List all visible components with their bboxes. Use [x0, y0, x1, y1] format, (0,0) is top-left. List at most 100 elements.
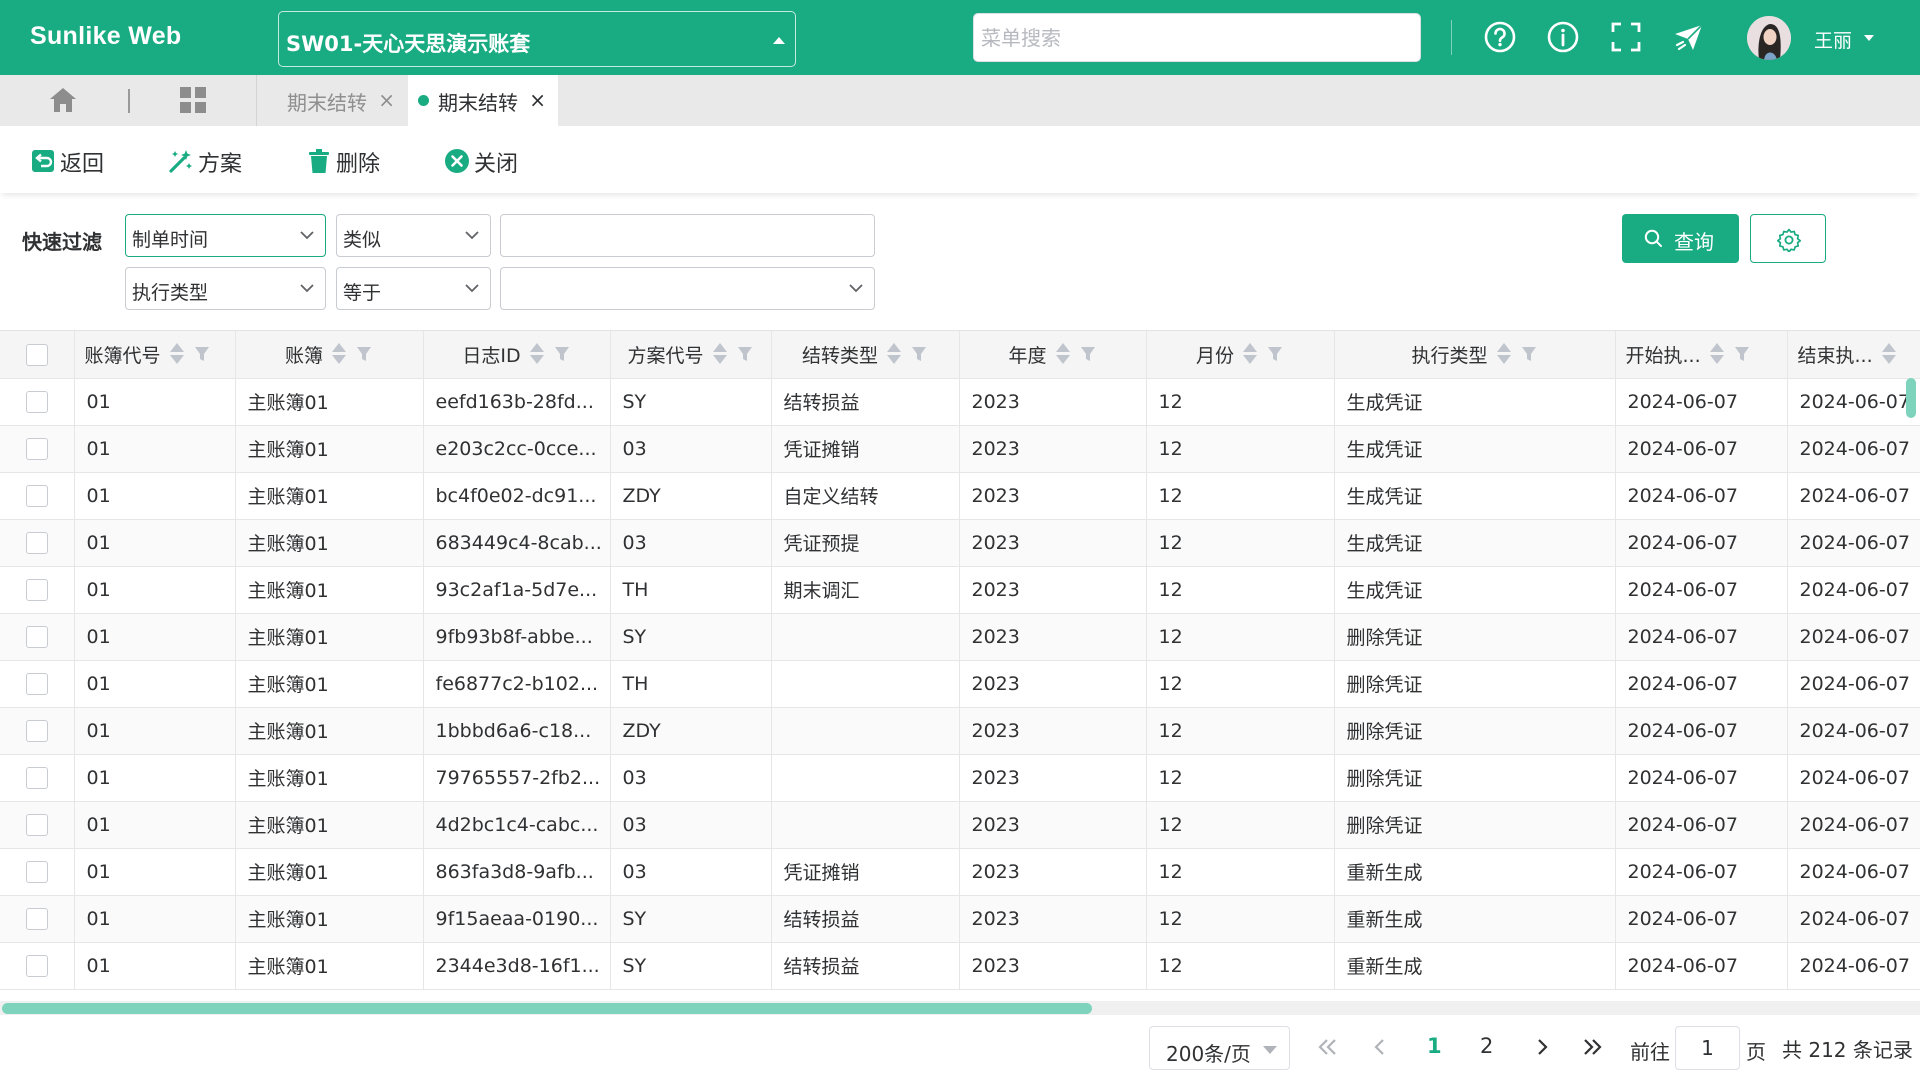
close-icon[interactable]: × — [529, 88, 546, 112]
table-row[interactable]: 01 主账簿01 2344e3d8-16f1... SY 结转损益 2023 12 重新生成 2… — [0, 942, 1920, 990]
row-checkbox[interactable] — [25, 766, 48, 789]
sort-icon[interactable] — [169, 341, 185, 367]
column-header[interactable]: 结束执... — [1787, 331, 1920, 379]
table-row[interactable]: 01 主账簿01 683449c4-8cab... 03 凭证预提 2023 12 生成凭证 2… — [0, 519, 1920, 567]
row-checkbox[interactable] — [25, 531, 48, 554]
fullscreen-icon[interactable] — [1609, 20, 1643, 54]
filter-funnel-icon[interactable] — [910, 345, 928, 363]
chevron-down-icon[interactable] — [1864, 35, 1874, 41]
filter-funnel-icon[interactable] — [736, 345, 754, 363]
table-row[interactable]: 01 主账簿01 79765557-2fb2... 03 2023 12 删除凭证 2024-… — [0, 754, 1920, 802]
sort-icon[interactable] — [1242, 341, 1258, 367]
table-cell: 生成凭证 — [1334, 472, 1616, 520]
table-row[interactable]: 01 主账簿01 1bbbd6a6-c18... ZDY 2023 12 删除凭证 2024-… — [0, 707, 1920, 755]
row-checkbox[interactable] — [25, 813, 48, 836]
avatar[interactable] — [1747, 16, 1791, 60]
home-icon[interactable] — [48, 86, 78, 114]
sort-icon[interactable] — [1055, 341, 1071, 367]
username[interactable]: 王丽 — [1814, 26, 1852, 53]
filter-row1-field-select[interactable]: 制单时间 — [125, 214, 326, 257]
filter-row2-field-select[interactable]: 执行类型 — [125, 267, 326, 310]
query-button[interactable]: 查询 — [1622, 214, 1739, 263]
row-checkbox[interactable] — [25, 390, 48, 413]
account-book-select[interactable]: SW01-天心天思演示账套 — [278, 11, 796, 67]
row-checkbox[interactable] — [25, 954, 48, 977]
column-header[interactable]: 账簿 — [235, 331, 424, 379]
sort-icon[interactable] — [331, 341, 347, 367]
vertical-scrollbar[interactable] — [1906, 378, 1916, 418]
trash-icon — [309, 149, 329, 173]
column-header[interactable]: 年度 — [959, 331, 1147, 379]
row-checkbox[interactable] — [25, 578, 48, 601]
table-row[interactable]: 01 主账簿01 e203c2cc-0cce... 03 凭证摊销 2023 12 生成凭证 2… — [0, 425, 1920, 473]
grid-apps-icon[interactable] — [178, 85, 208, 115]
row-checkbox[interactable] — [25, 672, 48, 695]
last-page-icon[interactable] — [1578, 1032, 1608, 1062]
sort-icon[interactable] — [529, 341, 545, 367]
goto-page-input[interactable] — [1675, 1026, 1740, 1070]
row-checkbox[interactable] — [25, 437, 48, 460]
table-row[interactable]: 01 主账簿01 fe6877c2-b102... TH 2023 12 删除凭证 2024-… — [0, 660, 1920, 708]
sort-icon[interactable] — [712, 341, 728, 367]
tab-period-end-transfer-2[interactable]: 期末结转 × — [408, 75, 558, 126]
first-page-icon[interactable] — [1312, 1032, 1342, 1062]
filter-funnel-icon[interactable] — [1266, 345, 1284, 363]
table-row[interactable]: 01 主账簿01 bc4f0e02-dc91... ZDY 自定义结转 2023 12 生成凭… — [0, 472, 1920, 520]
row-checkbox[interactable] — [25, 860, 48, 883]
menu-search-input[interactable] — [973, 13, 1421, 62]
filter-row1-operator-select[interactable]: 类似 — [336, 214, 491, 257]
sort-icon[interactable] — [1709, 341, 1725, 367]
filter-row2-value-select[interactable] — [500, 267, 875, 310]
next-page-icon[interactable] — [1527, 1032, 1557, 1062]
filter-row1-value-input[interactable] — [500, 214, 875, 257]
table-row[interactable]: 01 主账簿01 4d2bc1c4-cabc... 03 2023 12 删除凭证 2024-… — [0, 801, 1920, 849]
horizontal-scrollbar[interactable] — [2, 1003, 1092, 1014]
table-cell: 生成凭证 — [1334, 566, 1616, 614]
sort-icon[interactable] — [1496, 341, 1512, 367]
table-row[interactable]: 01 主账簿01 93c2af1a-5d7e... TH 期末调汇 2023 12 生成凭证 2… — [0, 566, 1920, 614]
select-all-checkbox[interactable] — [25, 343, 48, 366]
row-checkbox[interactable] — [25, 907, 48, 930]
filter-funnel-icon[interactable] — [355, 345, 373, 363]
filter-funnel-icon[interactable] — [553, 345, 571, 363]
filter-funnel-icon[interactable] — [1520, 345, 1538, 363]
table-cell: 2023 — [959, 613, 1147, 661]
plane-icon[interactable] — [1672, 20, 1706, 54]
close-button[interactable]: 关闭 — [444, 146, 524, 177]
info-circle-icon[interactable] — [1546, 20, 1580, 54]
page-size-select[interactable]: 200条/页 — [1149, 1026, 1290, 1070]
row-checkbox[interactable] — [25, 625, 48, 648]
page-number-1[interactable]: 1 — [1427, 1034, 1442, 1058]
column-header[interactable]: 方案代号 — [610, 331, 772, 379]
sort-icon[interactable] — [886, 341, 902, 367]
filter-funnel-icon[interactable] — [193, 345, 211, 363]
filter-row2-operator-select[interactable]: 等于 — [336, 267, 491, 310]
row-checkbox[interactable] — [25, 484, 48, 507]
filter-funnel-icon[interactable] — [1733, 345, 1751, 363]
delete-button[interactable]: 删除 — [306, 146, 386, 177]
back-button[interactable]: 返回 — [30, 146, 110, 177]
table-row[interactable]: 01 主账簿01 9fb93b8f-abbe... SY 2023 12 删除凭证 2024-… — [0, 613, 1920, 661]
column-header[interactable]: 账簿代号 — [74, 331, 236, 379]
table-cell: 结转损益 — [771, 895, 960, 943]
close-label: 关闭 — [474, 152, 519, 177]
table-row[interactable]: 01 主账簿01 9f15aeaa-0190... SY 结转损益 2023 12 重新生成 2… — [0, 895, 1920, 943]
column-header[interactable]: 结转类型 — [771, 331, 960, 379]
row-checkbox[interactable] — [25, 719, 48, 742]
close-icon[interactable]: × — [378, 88, 395, 112]
column-header[interactable]: 执行类型 — [1334, 331, 1616, 379]
tab-period-end-transfer-1[interactable]: 期末结转 × — [257, 75, 407, 126]
column-header[interactable]: 日志ID — [423, 331, 611, 379]
column-header[interactable]: 开始执... — [1615, 331, 1788, 379]
table-cell — [771, 801, 960, 849]
sort-icon[interactable] — [1881, 341, 1897, 367]
column-header[interactable]: 月份 — [1146, 331, 1335, 379]
filter-funnel-icon[interactable] — [1079, 345, 1097, 363]
table-row[interactable]: 01 主账簿01 eefd163b-28fd... SY 结转损益 2023 12 生成凭证 2… — [0, 378, 1920, 426]
page-number-2[interactable]: 2 — [1480, 1034, 1493, 1058]
scheme-button[interactable]: 方案 — [168, 146, 248, 177]
prev-page-icon[interactable] — [1365, 1032, 1395, 1062]
help-circle-icon[interactable] — [1483, 20, 1517, 54]
table-row[interactable]: 01 主账簿01 863fa3d8-9afb... 03 凭证摊销 2023 12 重新生成 2… — [0, 848, 1920, 896]
filter-settings-button[interactable] — [1750, 214, 1826, 263]
